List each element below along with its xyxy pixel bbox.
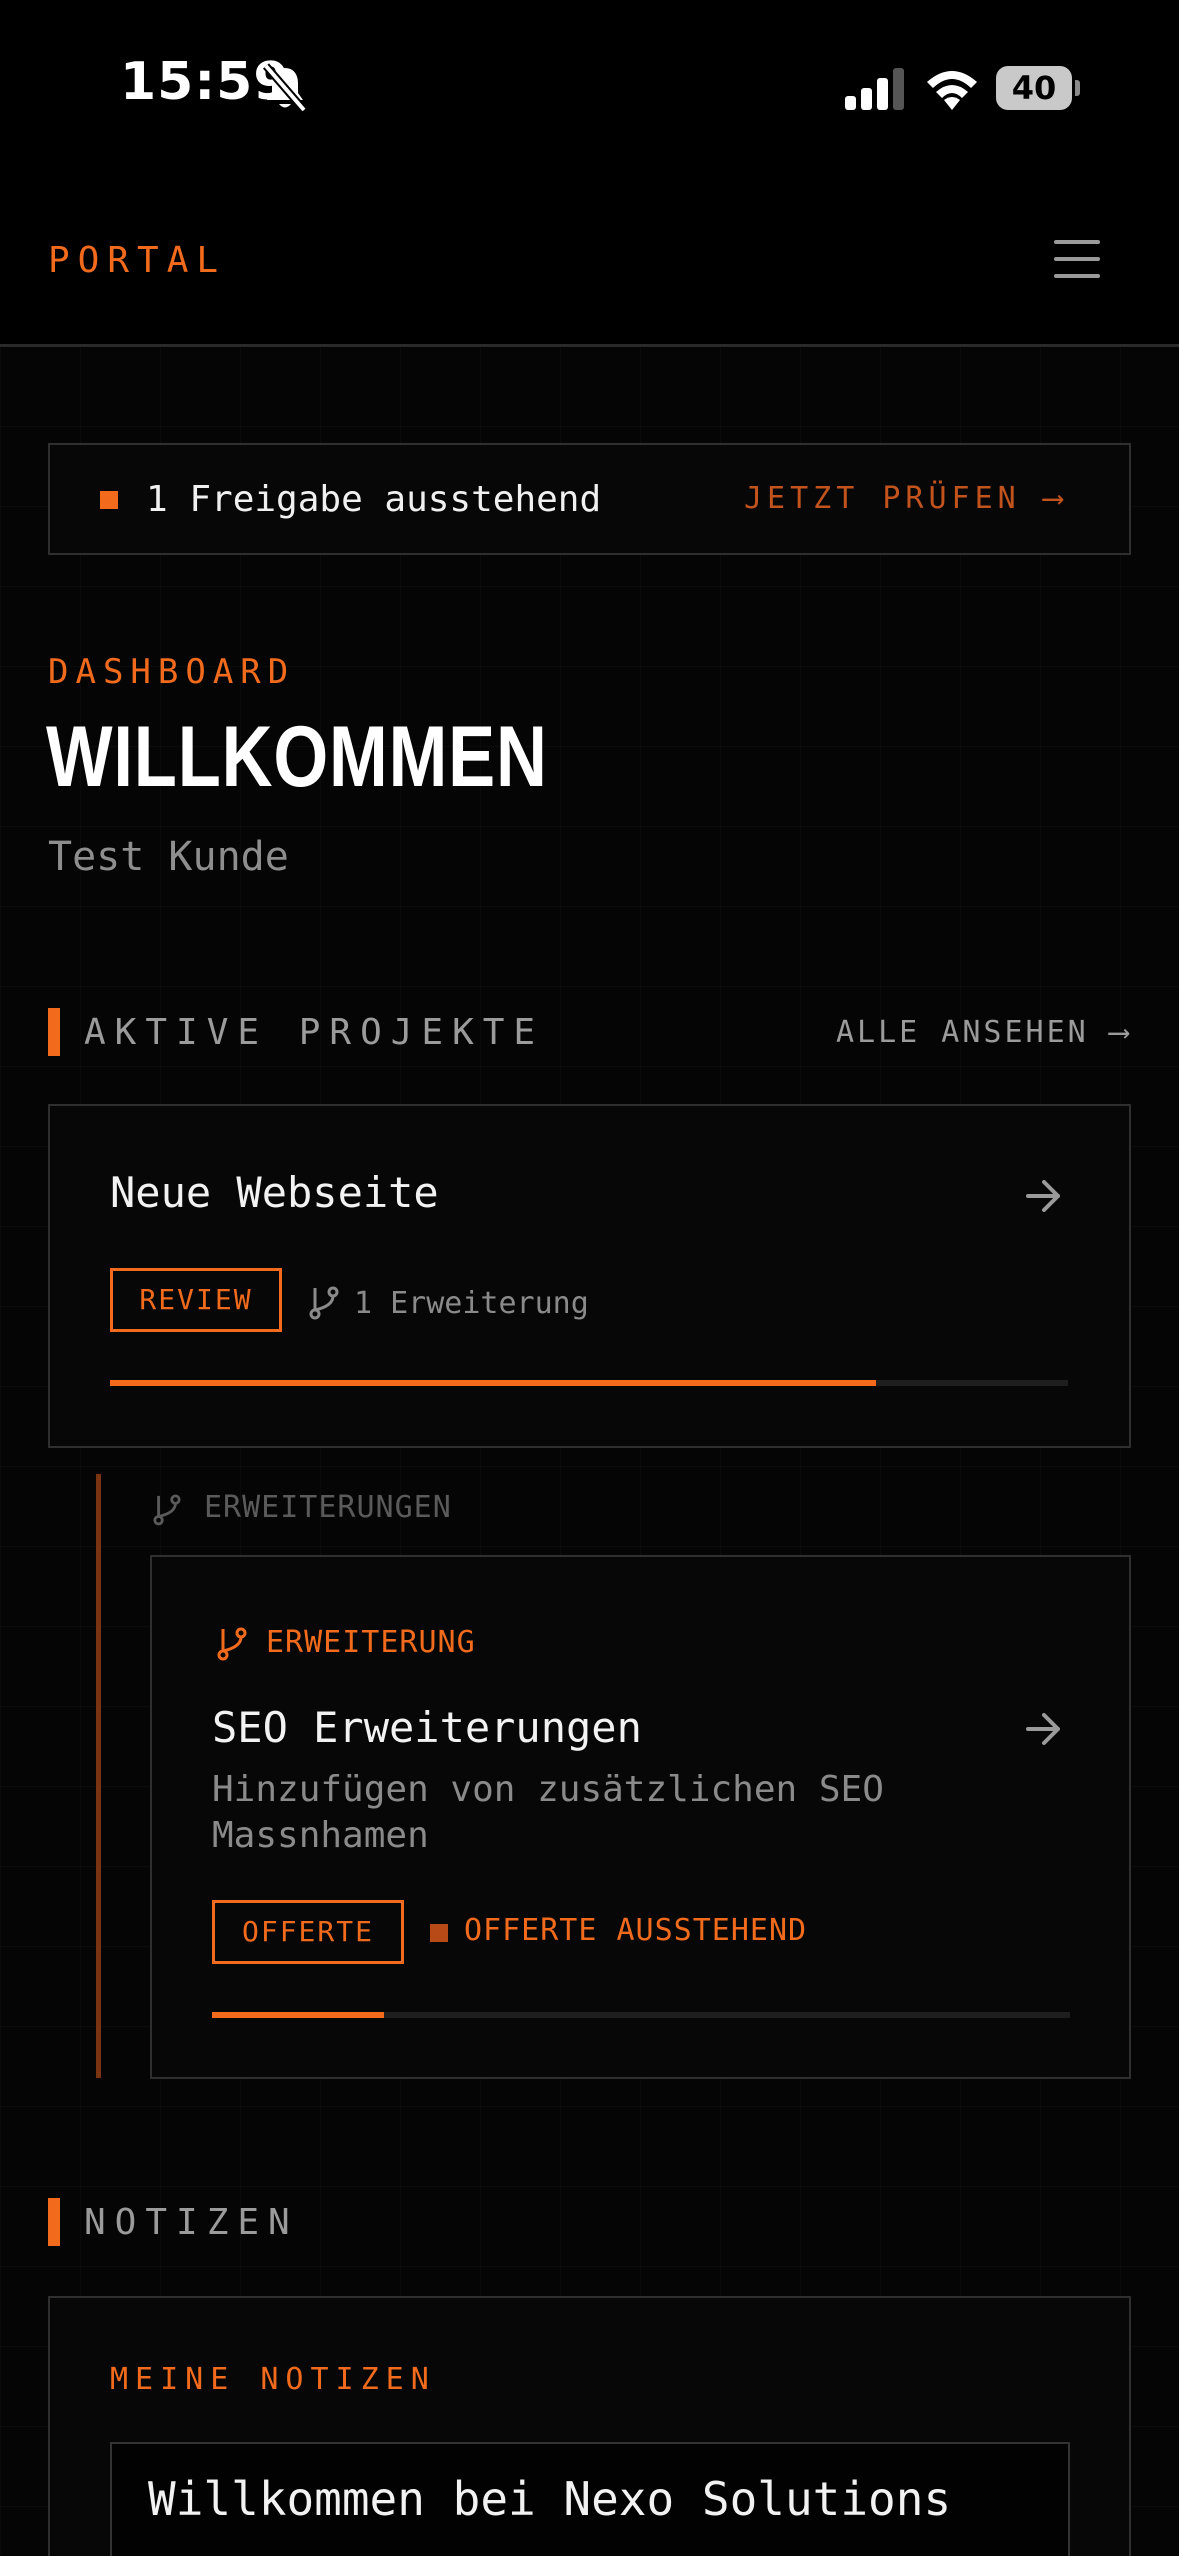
branch-icon — [309, 1286, 339, 1320]
menu-button[interactable] — [1054, 236, 1104, 282]
signal-icon — [845, 68, 904, 110]
project-title: Neue Webseite — [110, 1168, 439, 1217]
view-all-projects-link[interactable]: ALLE ANSEHEN ⟶ — [836, 1015, 1131, 1050]
approval-alert-banner[interactable]: 1 Freigabe ausstehend JETZT PRÜFEN ⟶ — [48, 443, 1131, 555]
alert-text: 1 Freigabe ausstehend — [146, 479, 602, 520]
section-title-projects: AKTIVE PROJEKTE — [84, 1012, 545, 1053]
section-accent-bar — [48, 2198, 60, 2246]
status-badge: OFFERTE — [212, 1900, 404, 1964]
project-progress-bar — [110, 1380, 1068, 1386]
extensions-count: 1 Erweiterung — [354, 1286, 589, 1321]
extension-progress-bar — [212, 2012, 1070, 2018]
battery-level: 40 — [1011, 69, 1057, 107]
notes-card: MEINE NOTIZEN Willkommen bei Nexo Soluti… — [48, 2296, 1131, 2556]
extension-description-line: Hinzufügen von zusätzlichen SEO — [212, 1769, 884, 1810]
status-indicator-icon — [430, 1924, 448, 1942]
arrow-right-icon[interactable] — [1024, 1711, 1064, 1747]
extension-description-line: Massnhamen — [212, 1815, 429, 1856]
note-text: Willkommen bei Nexo Solutions — [148, 2472, 952, 2526]
bell-muted-icon — [262, 63, 308, 113]
brand-logo[interactable]: PORTAL — [48, 240, 226, 281]
arrow-right-icon[interactable] — [1024, 1178, 1064, 1214]
extension-type-label: ERWEITERUNG — [266, 1625, 476, 1660]
branch-icon — [153, 1494, 181, 1526]
status-badge: REVIEW — [110, 1268, 282, 1332]
note-editor[interactable]: Willkommen bei Nexo Solutions — [110, 2442, 1070, 2556]
extension-status-note: OFFERTE AUSSTEHEND — [464, 1913, 808, 1948]
extensions-connector-line — [96, 1474, 101, 2078]
battery-icon: 40 — [996, 66, 1080, 110]
extension-title: SEO Erweiterungen — [212, 1703, 642, 1752]
branch-icon — [217, 1627, 247, 1661]
project-card[interactable]: Neue Webseite REVIEW 1 Erweiterung — [48, 1104, 1131, 1448]
extension-progress-fill — [212, 2012, 384, 2018]
wifi-icon — [927, 71, 977, 110]
page-eyebrow: DASHBOARD — [48, 652, 296, 692]
project-progress-fill — [110, 1380, 877, 1386]
page-title: WILLKOMMEN — [46, 709, 548, 805]
extension-card[interactable]: ERWEITERUNG SEO Erweiterungen Hinzufügen… — [150, 1555, 1131, 2079]
section-accent-bar — [48, 1008, 60, 1056]
extensions-label: ERWEITERUNGEN — [204, 1490, 452, 1525]
section-title-notes: NOTIZEN — [84, 2202, 299, 2243]
extension-description: Hinzufügen von zusätzlichen SEO Massnham… — [212, 1767, 884, 1859]
header-divider — [0, 344, 1179, 347]
notes-card-label: MEINE NOTIZEN — [110, 2362, 436, 2397]
review-now-link[interactable]: JETZT PRÜFEN ⟶ — [744, 481, 1067, 516]
customer-name: Test Kunde — [48, 834, 289, 880]
alert-indicator-icon — [100, 491, 118, 509]
